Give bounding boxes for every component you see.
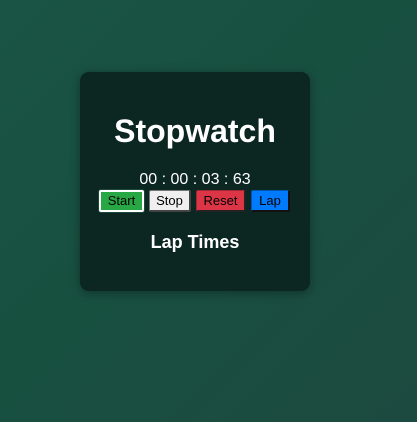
stopwatch-card: Stopwatch 00 : 00 : 03 : 63 Start Stop R… [80, 72, 310, 291]
hours-value: 00 [139, 171, 158, 188]
stop-button[interactable]: Stop [149, 190, 191, 212]
start-button[interactable]: Start [99, 190, 144, 212]
time-separator: : [192, 171, 198, 188]
lap-button[interactable]: Lap [251, 190, 290, 212]
app-title: Stopwatch [114, 113, 276, 149]
lap-times-heading: Lap Times [150, 232, 240, 252]
minutes-value: 00 [170, 171, 189, 188]
time-display: 00 : 00 : 03 : 63 [80, 171, 310, 189]
centiseconds-value: 63 [232, 171, 251, 188]
time-separator: : [223, 171, 229, 188]
time-separator: : [161, 171, 167, 188]
control-buttons: Start Stop Reset Lap [80, 190, 310, 212]
reset-button[interactable]: Reset [196, 190, 246, 212]
seconds-value: 03 [201, 171, 220, 188]
